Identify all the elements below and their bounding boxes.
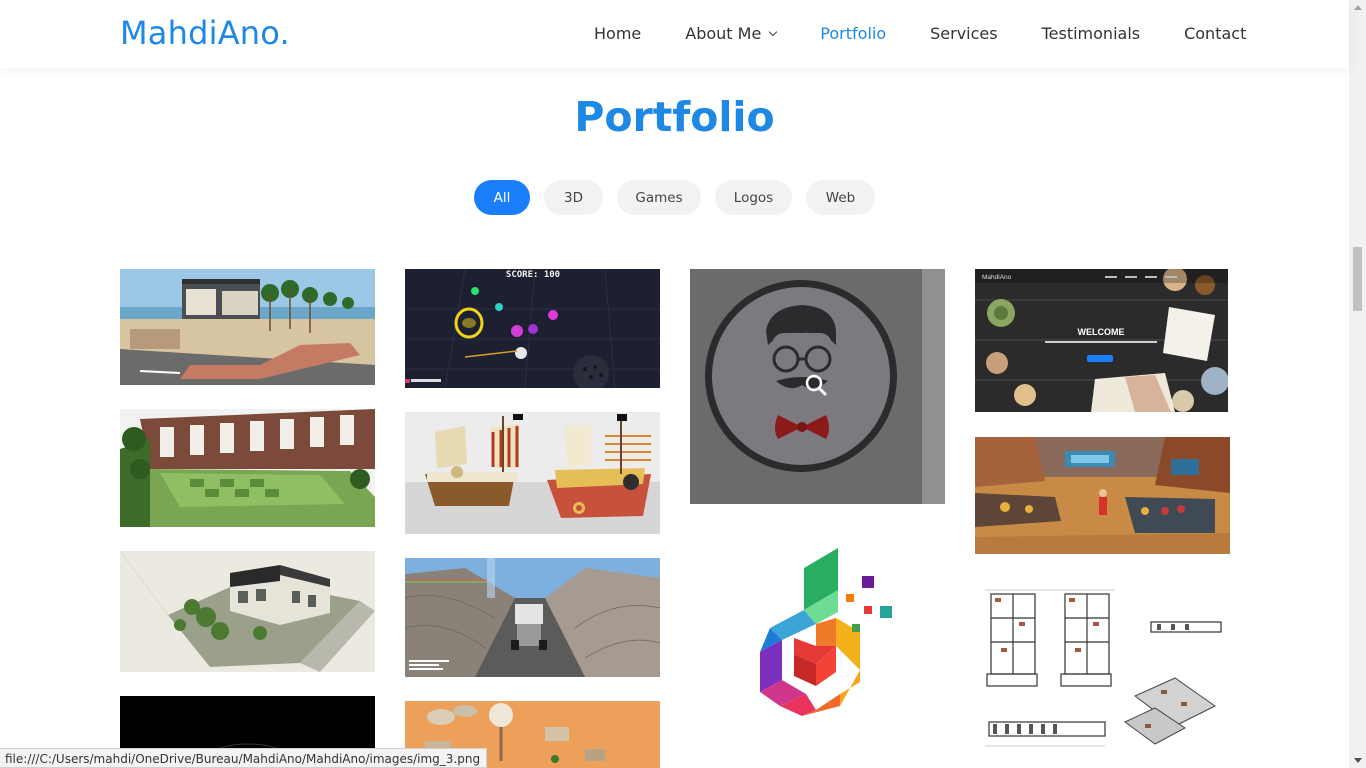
filter-web[interactable]: Web — [806, 180, 875, 215]
nav-contact-label: Contact — [1184, 24, 1247, 43]
cube-logo-art — [760, 548, 892, 716]
nav-services-label: Services — [930, 24, 998, 43]
house-street-render — [120, 269, 375, 385]
filter-3d[interactable]: 3D — [544, 180, 603, 215]
villa-model-render — [120, 551, 375, 672]
portfolio-item-house-street[interactable] — [120, 269, 375, 385]
portfolio-item-truck-game[interactable] — [405, 558, 660, 677]
portfolio-item-townhouses[interactable] — [120, 409, 375, 527]
gentleman-logo-art — [690, 269, 945, 504]
portfolio-item-coffee-shop[interactable] — [975, 437, 1230, 554]
floor-plans-drawing — [975, 578, 1230, 760]
portfolio-item-gentleman-logo[interactable] — [690, 269, 945, 504]
scroll-up-arrow-icon[interactable] — [1354, 5, 1362, 10]
nav-home[interactable]: Home — [594, 24, 641, 43]
portfolio-item-floor-plans[interactable] — [975, 578, 1230, 760]
neon-game-screenshot: SCORE: 100 — [405, 269, 660, 388]
chevron-down-icon — [769, 27, 778, 36]
portfolio-item-cube-logo[interactable] — [690, 528, 945, 758]
nav-services[interactable]: Services — [930, 24, 997, 43]
coffee-shop-render — [975, 437, 1230, 554]
scroll-thumb[interactable] — [1353, 247, 1362, 311]
nav-contact[interactable]: Contact — [1184, 24, 1246, 43]
portfolio-filters: All 3D Games Logos Web — [474, 180, 889, 215]
filter-all[interactable]: All — [474, 180, 530, 215]
nav-testimonials[interactable]: Testimonials — [1042, 24, 1141, 43]
main-nav: Home About Me Portfolio Services Testimo… — [594, 24, 1290, 43]
pirate-ships-render — [405, 412, 660, 534]
portfolio-item-web-cafe[interactable]: MahdiAno WELCOME — [975, 269, 1228, 412]
site-header: MahdiAno. Home About Me Portfolio Servic… — [0, 0, 1349, 68]
nav-testimonials-label: Testimonials — [1041, 24, 1141, 43]
web-cafe-screenshot: MahdiAno WELCOME — [975, 269, 1228, 412]
nav-portfolio[interactable]: Portfolio — [820, 24, 886, 43]
web-brand-text: MahdiAno — [982, 274, 1012, 281]
nav-home-label: Home — [594, 24, 642, 43]
page-scrollbar[interactable] — [1349, 0, 1366, 768]
filter-games[interactable]: Games — [617, 180, 701, 215]
portfolio-item-pirate-ships[interactable] — [405, 412, 660, 534]
filter-logos[interactable]: Logos — [715, 180, 792, 215]
brand-logo[interactable]: MahdiAno. — [120, 14, 290, 52]
nav-about-me[interactable]: About Me — [685, 24, 778, 43]
browser-status-url: file:///C:/Users/mahdi/OneDrive/Bureau/M… — [0, 748, 488, 768]
portfolio-item-villa-model[interactable] — [120, 551, 375, 672]
nav-portfolio-label: Portfolio — [820, 24, 887, 43]
townhouses-render — [120, 409, 375, 527]
web-welcome-text: WELCOME — [1078, 327, 1125, 337]
nav-about-label: About Me — [685, 24, 762, 43]
game-score-text: SCORE: 100 — [506, 270, 560, 280]
scroll-down-arrow-icon[interactable] — [1354, 758, 1362, 763]
truck-game-screenshot — [405, 558, 660, 677]
page-title: Portfolio — [574, 93, 775, 141]
portfolio-item-neon-game[interactable]: SCORE: 100 — [405, 269, 660, 388]
